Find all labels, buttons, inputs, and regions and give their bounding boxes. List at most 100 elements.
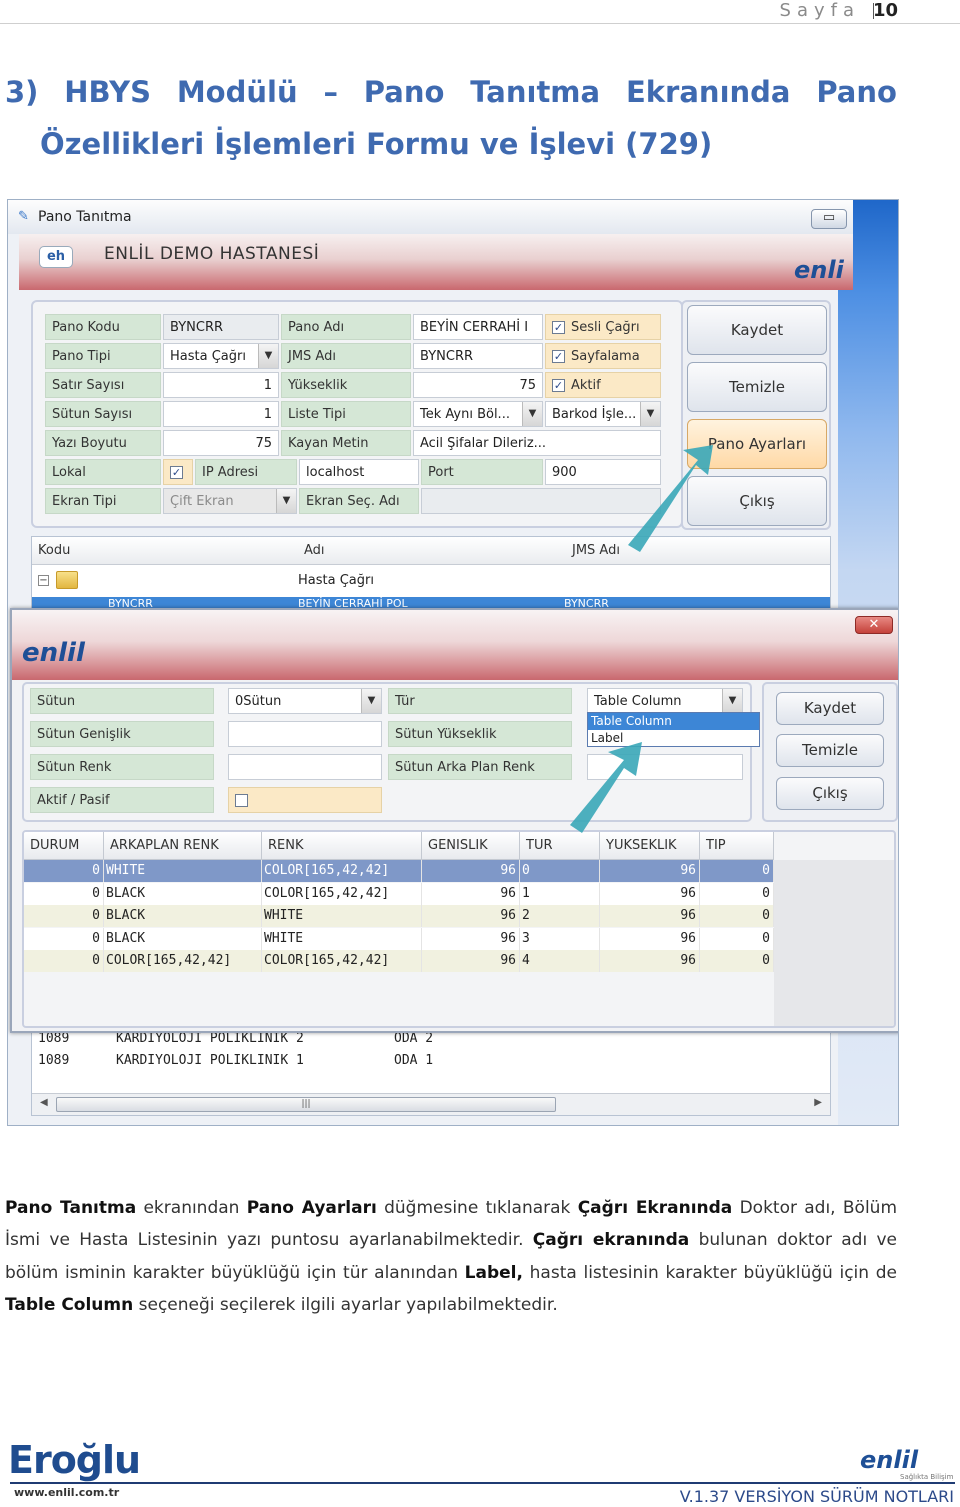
chevron-down-icon[interactable]: ▼ xyxy=(258,344,278,368)
tree-group-label: Hasta Çağrı xyxy=(298,573,374,588)
pano-tipi-dropdown[interactable]: Hasta Çağrı ▼ xyxy=(163,343,279,369)
ip-adresi-field[interactable]: localhost xyxy=(299,459,419,485)
body-text-segment: düğmesine tıklanarak xyxy=(376,1198,578,1218)
tree-row[interactable]: 1089 KARDIYOLOJI POLIKLINIK 2 ODA 2 xyxy=(32,1031,830,1053)
kaydet-button[interactable]: Kaydet xyxy=(687,305,827,355)
chevron-down-icon[interactable]: ▼ xyxy=(640,402,660,426)
hospital-name: ENLİL DEMO HASTANESİ xyxy=(104,244,320,264)
sayfalama-checkbox[interactable]: ✓ Sayfalama xyxy=(545,343,661,369)
tur-options-list: Table Column Label xyxy=(587,712,760,747)
pano-form: Pano Kodu BYNCRR Pano Adı BEYİN CERRAHİ … xyxy=(31,300,683,528)
ekran-sec-adi-label: Ekran Seç. Adı xyxy=(299,488,419,514)
grid-column-header[interactable]: TUR xyxy=(520,832,600,860)
column-header-kodu[interactable]: Kodu xyxy=(38,543,70,558)
pano-ayarlari-button[interactable]: Pano Ayarları xyxy=(687,419,827,469)
aktif-pasif-checkbox[interactable] xyxy=(228,787,382,813)
grid-cell: COLOR[165,42,42] xyxy=(262,882,422,905)
collapse-icon[interactable]: − xyxy=(38,575,49,586)
heading-line-2: Özellikleri İşlemleri Formu ve İşlevi (7… xyxy=(40,127,713,161)
tree-group-row[interactable]: − Hasta Çağrı xyxy=(32,567,830,597)
horizontal-scrollbar[interactable]: ◀ ||| ▶ xyxy=(32,1093,830,1115)
grid-cell: 96 xyxy=(600,927,700,950)
grid-cell: 0 xyxy=(700,927,774,950)
grid-column-header[interactable]: RENK xyxy=(262,832,422,860)
lokal-checkbox[interactable]: ✓ xyxy=(163,459,193,485)
heading-word: Tanıtma xyxy=(470,75,601,109)
tur-dropdown[interactable]: Table Column ▼ xyxy=(587,688,743,714)
sutun-grid: DURUM ARKAPLAN RENK RENK GENISLIK TUR YUKSEKL… xyxy=(22,830,896,1028)
chevron-down-icon[interactable]: ▼ xyxy=(522,402,542,426)
dialog-temizle-button[interactable]: Temizle xyxy=(776,734,884,767)
grid-row[interactable]: 0 COLOR[165,42,42] COLOR[165,42,42] 96 4 96 0 xyxy=(24,950,774,972)
grid-row[interactable]: 0 BLACK WHITE 96 2 96 0 xyxy=(24,905,774,927)
column-header-jms-adi[interactable]: JMS Adı xyxy=(572,543,620,558)
action-buttons-panel: Kaydet Temizle Pano Ayarları Çıkış xyxy=(681,300,831,530)
grid-column-header[interactable]: TIP xyxy=(700,832,774,860)
jms-adi-field[interactable]: BYNCRR xyxy=(413,343,543,369)
grid-cell: 0 xyxy=(24,882,104,905)
yazi-boyutu-field[interactable]: 75 xyxy=(163,430,279,456)
yukseklik-field[interactable]: 75 xyxy=(413,372,543,398)
grid-cell: 96 xyxy=(600,882,700,905)
grid-cell: BLACK xyxy=(104,927,262,950)
aktif-pasif-label: Aktif / Pasif xyxy=(30,787,214,813)
pano-adi-field[interactable]: BEYİN CERRAHİ I xyxy=(413,314,543,340)
sutun-arka-plan-renk-field[interactable] xyxy=(587,754,743,780)
grid-column-header[interactable]: YUKSEKLIK xyxy=(600,832,700,860)
body-bold-segment: Label, xyxy=(464,1262,523,1283)
dialog-banner: enlil ✕ xyxy=(12,610,898,680)
cikis-button[interactable]: Çıkış xyxy=(687,476,827,526)
sutun-sayisi-field[interactable]: 1 xyxy=(163,401,279,427)
grid-column-header[interactable]: GENISLIK xyxy=(422,832,520,860)
barkod-dropdown[interactable]: Barkod İşle... ▼ xyxy=(545,401,661,427)
ekran-tipi-dropdown[interactable]: Çift Ekran ▼ xyxy=(163,488,297,514)
chevron-down-icon[interactable]: ▼ xyxy=(722,689,742,713)
sutun-renk-field[interactable] xyxy=(228,754,382,780)
yazi-boyutu-label: Yazı Boyutu xyxy=(45,430,161,456)
pano-adi-label: Pano Adı xyxy=(281,314,411,340)
sesli-cagri-label: Sesli Çağrı xyxy=(571,320,640,335)
ekran-sec-adi-field[interactable] xyxy=(421,488,661,514)
satir-sayisi-field[interactable]: 1 xyxy=(163,372,279,398)
grid-row[interactable]: 0 BLACK COLOR[165,42,42] 96 1 96 0 xyxy=(24,882,774,905)
liste-tipi-dropdown[interactable]: Tek Aynı Böl... ▼ xyxy=(413,401,543,427)
grid-cell: COLOR[165,42,42] xyxy=(262,860,422,882)
dialog-cikis-button[interactable]: Çıkış xyxy=(776,777,884,810)
kayan-metin-field[interactable]: Acil Şifalar Dileriz... xyxy=(413,430,661,456)
dialog-kaydet-button[interactable]: Kaydet xyxy=(776,692,884,725)
ekran-tipi-label: Ekran Tipi xyxy=(45,488,161,514)
jms-adi-label: JMS Adı xyxy=(281,343,411,369)
sutun-genislik-field[interactable] xyxy=(228,721,382,747)
tree-row[interactable]: 1089 KARDIYOLOJI POLIKLINIK 1 ODA 1 xyxy=(32,1053,830,1075)
grid-cell: 96 xyxy=(422,950,520,972)
aktif-label: Aktif xyxy=(571,378,601,393)
sesli-cagri-checkbox[interactable]: ✓ Sesli Çağrı xyxy=(545,314,661,340)
port-field[interactable]: 900 xyxy=(545,459,661,485)
temizle-button[interactable]: Temizle xyxy=(687,362,827,412)
row-jms: ODA 2 xyxy=(394,1031,434,1046)
grid-cell: 4 xyxy=(520,950,600,972)
chevron-down-icon[interactable]: ▼ xyxy=(276,489,296,513)
grid-cell: COLOR[165,42,42] xyxy=(262,950,422,972)
chevron-down-icon[interactable]: ▼ xyxy=(361,689,381,713)
sutun-dropdown[interactable]: 0Sütun ▼ xyxy=(228,688,382,714)
pano-kodu-field[interactable]: BYNCRR xyxy=(163,314,279,340)
tur-option[interactable]: Table Column xyxy=(588,713,759,730)
tur-value: Table Column xyxy=(594,694,682,709)
aktif-checkbox[interactable]: ✓ Aktif xyxy=(545,372,661,398)
column-header-adi[interactable]: Adı xyxy=(304,543,325,558)
close-button[interactable]: ✕ xyxy=(855,616,893,634)
body-text-segment: hasta listesinin karakter büyüklüğü için… xyxy=(522,1262,897,1283)
scroll-thumb[interactable]: ||| xyxy=(56,1097,556,1112)
version-notes: V.1.37 VERSİYON SÜRÜM NOTLARI xyxy=(679,1487,954,1506)
scroll-left-icon[interactable]: ◀ xyxy=(40,1097,48,1108)
sutun-value: 0Sütun xyxy=(235,694,282,709)
scroll-right-icon[interactable]: ▶ xyxy=(814,1097,822,1108)
minimize-button[interactable]: ▭ xyxy=(811,209,847,229)
tur-option[interactable]: Label xyxy=(588,730,759,747)
ip-adresi-label: IP Adresi xyxy=(195,459,297,485)
grid-column-header[interactable]: ARKAPLAN RENK xyxy=(104,832,262,860)
grid-column-header[interactable]: DURUM xyxy=(24,832,104,860)
grid-row[interactable]: 0 BLACK WHITE 96 3 96 0 xyxy=(24,927,774,950)
grid-row-selected[interactable]: 0 WHITE COLOR[165,42,42] 96 0 96 0 xyxy=(24,860,774,882)
